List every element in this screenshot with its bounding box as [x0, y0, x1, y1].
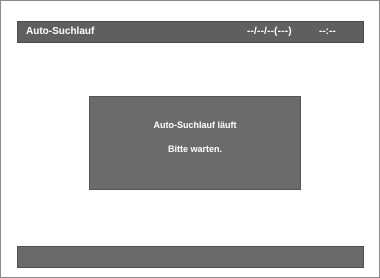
- dialog-wait-text: Bitte warten.: [167, 144, 222, 154]
- tv-screen: Auto-Suchlauf --/--/--(---) --:-- Auto-S…: [0, 0, 380, 278]
- header-bar: Auto-Suchlauf --/--/--(---) --:--: [17, 21, 364, 43]
- header-date: --/--/--(---): [247, 26, 292, 37]
- header-title: Auto-Suchlauf: [26, 26, 95, 37]
- dialog-status-text: Auto-Suchlauf läuft: [153, 120, 237, 130]
- progress-dialog: Auto-Suchlauf läuft Bitte warten.: [89, 96, 301, 190]
- footer-bar: [17, 246, 364, 268]
- header-time: --:--: [319, 26, 336, 37]
